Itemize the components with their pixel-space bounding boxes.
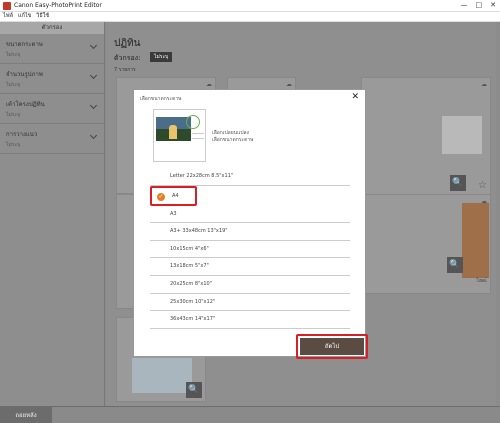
zoom-icon[interactable]: 🔍 <box>186 382 202 398</box>
thumbnail <box>462 203 489 278</box>
thumbnail <box>442 116 482 154</box>
preview-text-line: เลือกขนาดกระดาษ <box>212 137 254 143</box>
next-button[interactable]: ถัดไป <box>300 338 364 355</box>
cloud-icon: ☁ <box>286 81 292 88</box>
paper-size-option[interactable]: 10x15cm 4"x6" <box>150 241 350 259</box>
sidebar-title: ตัวกรอง <box>0 22 104 34</box>
preview-description: เลือกเปลยนแปลง เลือกขนาดกระดาษ <box>212 130 253 144</box>
template-card[interactable]: ☁ 🔍 ☆ <box>361 77 491 195</box>
filter-image-count[interactable]: จำนวนรูปภาพ ไม่ระบุ <box>0 64 104 94</box>
filter-value: ไม่ระบุ <box>6 142 21 148</box>
card-caption: ไฮดเ้ <box>476 278 487 284</box>
preview-calendar-wheel <box>186 115 200 129</box>
filter-value: ไม่ระบุ <box>6 82 21 88</box>
menu-edit[interactable]: แก้ไข <box>18 12 31 20</box>
paper-size-option[interactable]: 13x18cm 5"x7" <box>150 258 350 276</box>
filter-label: จำนวนรูปภาพ <box>6 71 43 78</box>
bottom-bar: ถอยหลัง <box>0 406 500 423</box>
filter-chip[interactable]: ไม่ระบุ <box>150 52 173 62</box>
paper-size-option[interactable]: 36x43cm 14"x17" <box>150 311 350 329</box>
title-bar: Canon Easy-PhotoPrint Editor — □ ✕ <box>0 0 500 12</box>
thumbnail <box>132 358 192 393</box>
cloud-icon: ☁ <box>206 81 212 88</box>
window-controls: — □ ✕ <box>461 1 497 9</box>
next-button-highlight: ถัดไป <box>296 334 368 359</box>
filter-label: การวางแนว <box>6 131 38 138</box>
window-title: Canon Easy-PhotoPrint Editor <box>14 2 102 9</box>
paper-size-list: Letter 22x28cm 8.5"x11" ✓ A4 A3 A3+ 33x4… <box>150 168 350 329</box>
template-preview <box>153 109 206 162</box>
close-icon[interactable]: ✕ <box>351 92 359 102</box>
paper-size-label: A4 <box>172 192 179 199</box>
dialog-title: เลือกขนาดกระดาษ <box>140 96 182 102</box>
paper-size-option[interactable]: A3 <box>150 206 350 224</box>
check-icon: ✓ <box>157 192 165 201</box>
filter-label: ตัวกรอง: <box>114 54 141 62</box>
maximize-button[interactable]: □ <box>476 1 483 9</box>
paper-size-option[interactable]: 25x30cm 10"x12" <box>150 294 350 312</box>
page-title: ปฏิทิน <box>114 38 141 49</box>
menu-file[interactable]: ไฟล์ <box>3 12 13 20</box>
app-icon <box>3 2 11 10</box>
filter-calendar-layout[interactable]: เค้าโครงปฏิทิน ไม่ระบุ <box>0 94 104 124</box>
paper-size-option[interactable]: 20x25cm 8"x10" <box>150 276 350 294</box>
cloud-icon: ☁ <box>481 81 487 88</box>
close-window-button[interactable]: ✕ <box>490 1 496 9</box>
minimize-button[interactable]: — <box>461 1 468 9</box>
filter-orientation[interactable]: การวางแนว ไม่ระบุ <box>0 124 104 154</box>
paper-size-option-selected[interactable]: ✓ A4 <box>150 185 197 206</box>
filter-paper-size[interactable]: ขนาดกระดาษ ไม่ระบุ <box>0 34 104 64</box>
star-icon[interactable]: ☆ <box>478 180 487 191</box>
item-count: 7 รายการ <box>114 67 136 73</box>
preview-grid <box>192 133 204 139</box>
filter-value: ไม่ระบุ <box>6 112 21 118</box>
menu-bar: ไฟล์ แก้ไข วิธีใช้ <box>0 12 500 22</box>
zoom-icon[interactable]: 🔍 <box>450 175 466 191</box>
filter-sidebar: ตัวกรอง ขนาดกระดาษ ไม่ระบุ จำนวนรูปภาพ ไ… <box>0 22 105 406</box>
zoom-icon[interactable]: 🔍 <box>447 257 463 273</box>
paper-size-option[interactable]: Letter 22x28cm 8.5"x11" <box>150 168 350 186</box>
template-card[interactable]: ☁ 🔍 ไฮดเ้ <box>361 194 491 294</box>
filter-label: เค้าโครงปฏิทิน <box>6 101 45 108</box>
paper-size-dialog: เลือกขนาดกระดาษ ✕ เลือกเปลยนแปลง เลือกขน… <box>133 89 368 359</box>
filter-label: ขนาดกระดาษ <box>6 41 43 48</box>
menu-help[interactable]: วิธีใช้ <box>36 12 49 20</box>
filter-value: ไม่ระบุ <box>6 52 21 58</box>
back-button[interactable]: ถอยหลัง <box>0 407 52 423</box>
preview-text-line: เลือกเปลยนแปลง <box>212 130 249 136</box>
paper-size-option[interactable]: A3+ 33x48cm 13"x19" <box>150 223 350 241</box>
